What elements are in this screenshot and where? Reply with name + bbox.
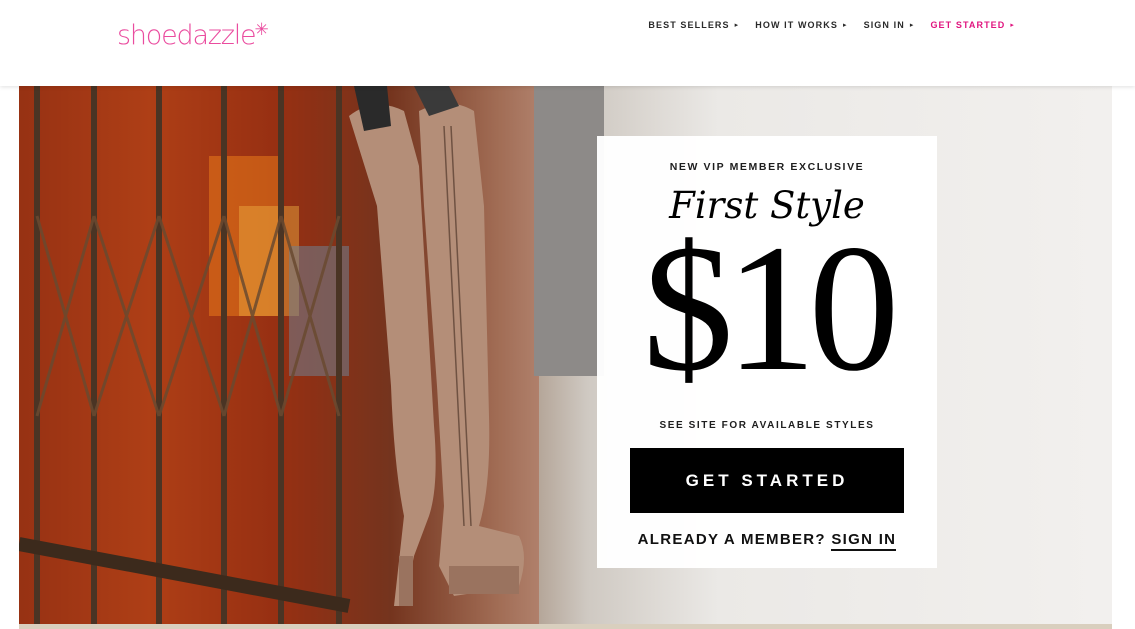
caret-right-icon: ▸: [842, 22, 848, 29]
nav-label: BEST SELLERS: [648, 20, 730, 30]
nav-how-it-works[interactable]: HOW IT WORKS ▸: [755, 20, 847, 30]
promo-price: $10: [642, 208, 900, 409]
nav-label: HOW IT WORKS: [755, 20, 838, 30]
member-signin-line: ALREADY A MEMBER? SIGN IN: [597, 531, 937, 551]
nav-best-sellers[interactable]: BEST SELLERS ▸: [648, 20, 739, 30]
promo-disclaimer: SEE SITE FOR AVAILABLE STYLES: [659, 420, 875, 431]
get-started-button[interactable]: GET STARTED: [630, 448, 904, 513]
promo-card: NEW VIP MEMBER EXCLUSIVE First Style $10…: [597, 136, 937, 568]
hero-banner: [19, 86, 1112, 626]
site-header: shoedazzle ✳ BEST SELLERS ▸ HOW IT WORKS…: [0, 0, 1135, 86]
top-nav: BEST SELLERS ▸ HOW IT WORKS ▸ SIGN IN ▸ …: [648, 20, 1015, 30]
member-prompt: ALREADY A MEMBER?: [637, 531, 832, 548]
caret-right-icon: ▸: [1010, 22, 1015, 29]
bottom-strip: [19, 624, 1112, 629]
caret-right-icon: ▸: [734, 22, 740, 29]
nav-label: SIGN IN: [863, 20, 905, 30]
sign-in-link[interactable]: SIGN IN: [831, 531, 897, 551]
nav-get-started[interactable]: GET STARTED ▸: [930, 20, 1015, 30]
promo-eyebrow: NEW VIP MEMBER EXCLUSIVE: [669, 161, 865, 173]
logo-wordmark: shoedazzle: [117, 20, 257, 51]
sparkle-icon: ✳: [254, 20, 269, 39]
shoedazzle-logo[interactable]: shoedazzle ✳: [117, 20, 269, 51]
caret-right-icon: ▸: [909, 22, 915, 29]
nav-sign-in[interactable]: SIGN IN ▸: [864, 20, 915, 30]
hero-image: [19, 86, 604, 626]
nav-label: GET STARTED: [930, 20, 1006, 30]
